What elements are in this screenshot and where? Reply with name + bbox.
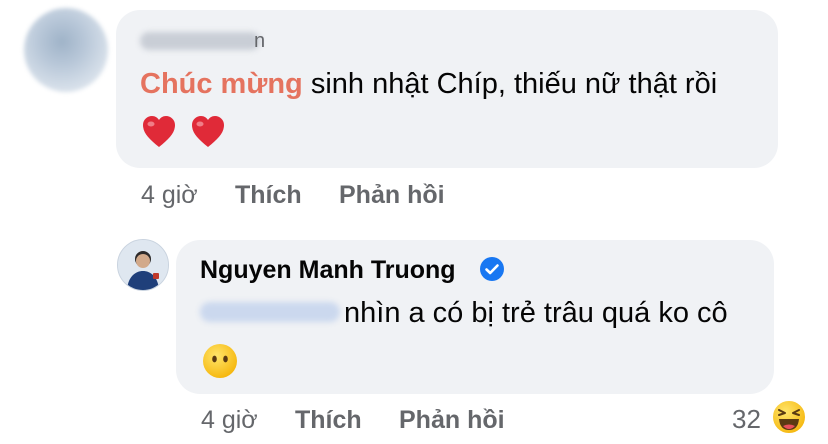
reaction-count[interactable]: 32	[732, 404, 761, 435]
mentioned-user-blurred[interactable]	[200, 302, 340, 322]
commenter-avatar[interactable]	[24, 8, 108, 92]
comment-text: Chúc mừng sinh nhật Chíp, thiếu nữ thật …	[140, 68, 717, 101]
highlighted-words[interactable]: Chúc mừng	[140, 68, 303, 100]
verified-badge-icon	[480, 257, 504, 281]
commenter-name-blurred[interactable]	[140, 32, 260, 50]
commenter-name-visible-part: n	[254, 30, 266, 52]
reply-reply-button[interactable]: Phản hồi	[399, 406, 505, 435]
red-heart-emoji	[192, 116, 224, 147]
reply-button[interactable]: Phản hồi	[339, 181, 445, 210]
reply-time[interactable]: 4 giờ	[201, 406, 258, 435]
replier-avatar[interactable]	[117, 239, 169, 291]
avatar-photo	[118, 240, 168, 290]
reply-text: nhìn a có bị trẻ trâu quá ko cô	[344, 297, 728, 329]
red-heart-emoji	[143, 116, 175, 147]
replier-name[interactable]: Nguyen Manh Truong	[200, 256, 456, 285]
comment-text-rest: sinh nhật Chíp, thiếu nữ thật rồi	[302, 68, 718, 100]
like-button[interactable]: Thích	[235, 181, 302, 210]
face-without-mouth-emoji	[203, 344, 237, 378]
laughing-face-icon[interactable]	[770, 398, 808, 436]
reply-like-button[interactable]: Thích	[295, 406, 362, 435]
comment-time[interactable]: 4 giờ	[141, 181, 198, 210]
